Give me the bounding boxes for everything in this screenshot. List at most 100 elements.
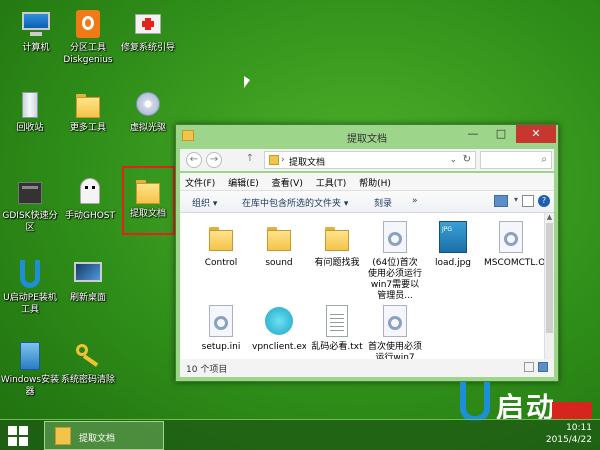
desktop-icon-gdisk[interactable]: GDISK快速分区: [0, 176, 60, 234]
scrollbar-thumb[interactable]: [546, 223, 553, 333]
file-name: 有问题找我: [314, 258, 360, 268]
taskbar-item-label: 提取文档: [79, 434, 116, 444]
desktop-icon-diskgenius[interactable]: 分区工具 Diskgenius: [58, 8, 118, 66]
preview-pane-button[interactable]: [522, 195, 534, 207]
maximize-button[interactable]: □: [488, 125, 514, 143]
desktop-icon-recycle-bin[interactable]: 回收站: [0, 88, 60, 134]
desktop-icon-label: 修复系统引导: [120, 43, 175, 53]
include-in-library-button[interactable]: 在库中包含所选的文件夹 ▾: [242, 196, 348, 209]
file-name: load.jpg: [434, 258, 472, 268]
u-logo-icon: [460, 382, 490, 422]
folder-icon: [269, 155, 279, 165]
desktop-icon-label: Windows安装器: [0, 375, 60, 397]
breadcrumb[interactable]: 提取文档: [289, 155, 325, 168]
view-icon[interactable]: [494, 195, 508, 207]
taskbar: 提取文档 10:11 2015/4/22: [0, 419, 600, 450]
file-item[interactable]: (64位)首次使用必须运行win7需要以管理员...: [368, 221, 422, 299]
desktop-icon-computer[interactable]: 计算机: [6, 8, 66, 54]
config-file-icon: [379, 305, 411, 339]
explorer-window[interactable]: 提取文档 — □ ✕ ← → ↑ › 提取文档 ⌄ ↻ ⌕ 文件(F) 编辑(E…: [175, 124, 559, 382]
back-button[interactable]: ←: [186, 152, 202, 168]
item-count: 10 个项目: [186, 365, 228, 375]
details-view-icon[interactable]: [524, 362, 534, 372]
folder-icon: [55, 427, 71, 445]
u-logo-icon: [14, 258, 46, 290]
breadcrumb-separator: ›: [281, 155, 285, 165]
windows-installer-icon: [14, 340, 46, 372]
windows-start-button[interactable]: [8, 426, 28, 446]
menu-file[interactable]: 文件(F): [180, 173, 220, 192]
burn-button[interactable]: 刻录: [374, 196, 392, 209]
clock-date: 2015/4/22: [545, 435, 592, 445]
address-row: ← → ↑ › 提取文档 ⌄ ↻ ⌕: [180, 149, 554, 171]
forward-button[interactable]: →: [206, 152, 222, 168]
brand-red-block: [552, 402, 592, 420]
config-file-icon: [495, 221, 527, 255]
desktop-icon-extract-docs[interactable]: 提取文档: [118, 174, 178, 220]
up-button[interactable]: ↑: [242, 152, 258, 168]
monitor-icon: [72, 258, 104, 290]
file-item[interactable]: Control: [194, 221, 248, 269]
address-dropdown-button[interactable]: ⌄: [449, 155, 457, 165]
config-file-icon: [379, 221, 411, 255]
desktop-icon-repair-boot[interactable]: 修复系统引导: [118, 8, 178, 54]
menu-tools[interactable]: 工具(T): [311, 173, 352, 192]
search-input[interactable]: ⌕: [480, 151, 552, 169]
clock-time: 10:11: [566, 423, 592, 433]
refresh-button[interactable]: ↻: [463, 154, 471, 165]
desktop-icon-more-tools[interactable]: 更多工具: [58, 88, 118, 134]
desktop-icon-label: 手动GHOST: [64, 211, 116, 221]
desktop-icon-refresh[interactable]: 刷新桌面: [58, 258, 118, 304]
view-dropdown-button[interactable]: ▾: [514, 195, 518, 204]
file-item[interactable]: 有问题找我: [310, 221, 364, 269]
file-item[interactable]: JPG load.jpg: [426, 221, 480, 269]
desktop-icon-label: 分区工具 Diskgenius: [63, 43, 113, 65]
scroll-up-icon[interactable]: ▲: [545, 213, 554, 223]
minimize-button[interactable]: —: [460, 125, 486, 143]
file-item[interactable]: vpnclient.exe: [252, 305, 306, 361]
folder-icon: [263, 221, 295, 255]
gdisk-icon: [14, 176, 46, 208]
file-item[interactable]: 乱码必看.txt: [310, 305, 364, 361]
menu-help[interactable]: 帮助(H): [354, 173, 396, 192]
large-icons-view-icon[interactable]: [538, 362, 548, 372]
folder-icon: [72, 88, 104, 120]
taskbar-item-extract-docs[interactable]: 提取文档: [44, 421, 164, 450]
more-commands-button[interactable]: »: [412, 196, 418, 206]
desktop-icon-label: 提取文档: [129, 209, 166, 219]
search-icon: ⌕: [541, 154, 547, 165]
folder-icon: [321, 221, 353, 255]
text-file-icon: [321, 305, 353, 339]
file-name: Control: [204, 258, 238, 268]
mouse-cursor-icon: [244, 76, 250, 88]
desktop-icon-ghost[interactable]: 手动GHOST: [60, 176, 120, 222]
address-bar[interactable]: › 提取文档 ⌄ ↻: [264, 151, 476, 169]
config-file-icon: [205, 305, 237, 339]
file-item[interactable]: setup.ini: [194, 305, 248, 353]
desktop-icon-label: 计算机: [22, 43, 50, 53]
desktop-icon-virtual-drive[interactable]: 虚拟光驱: [118, 88, 178, 134]
desktop-icon-uqidong-pe[interactable]: U启动PE装机工具: [0, 258, 60, 316]
desktop-icon-label: 回收站: [16, 123, 44, 133]
vertical-scrollbar[interactable]: ▲: [544, 213, 554, 361]
file-item[interactable]: 首次使用必须运行win7: [368, 305, 422, 361]
file-name: 乱码必看.txt: [311, 342, 363, 352]
menu-view[interactable]: 查看(V): [267, 173, 308, 192]
close-button[interactable]: ✕: [516, 125, 556, 143]
desktop-icon-windows-installer[interactable]: Windows安装器: [0, 340, 60, 398]
file-item[interactable]: MSCOMCTL.OCX: [484, 221, 544, 269]
status-bar: 10 个项目: [180, 359, 554, 377]
desktop-icon-label: 更多工具: [69, 123, 106, 133]
file-item[interactable]: sound: [252, 221, 306, 269]
help-button[interactable]: ?: [538, 195, 550, 207]
desktop-icon-password-clear[interactable]: 系统密码清除: [58, 340, 118, 386]
file-list[interactable]: Control sound 有问题找我 (64位)首次使用必须运行win7需要以…: [180, 213, 544, 361]
jpg-file-icon: JPG: [437, 221, 469, 255]
file-name: (64位)首次使用必须运行win7需要以管理员...: [368, 258, 422, 299]
organize-button[interactable]: 组织 ▾: [192, 196, 217, 209]
system-clock[interactable]: 10:11 2015/4/22: [546, 422, 592, 446]
window-titlebar[interactable]: 提取文档 — □ ✕: [176, 125, 558, 147]
file-name: setup.ini: [201, 342, 241, 352]
menu-edit[interactable]: 编辑(E): [223, 173, 264, 192]
disc-icon: [132, 88, 164, 120]
